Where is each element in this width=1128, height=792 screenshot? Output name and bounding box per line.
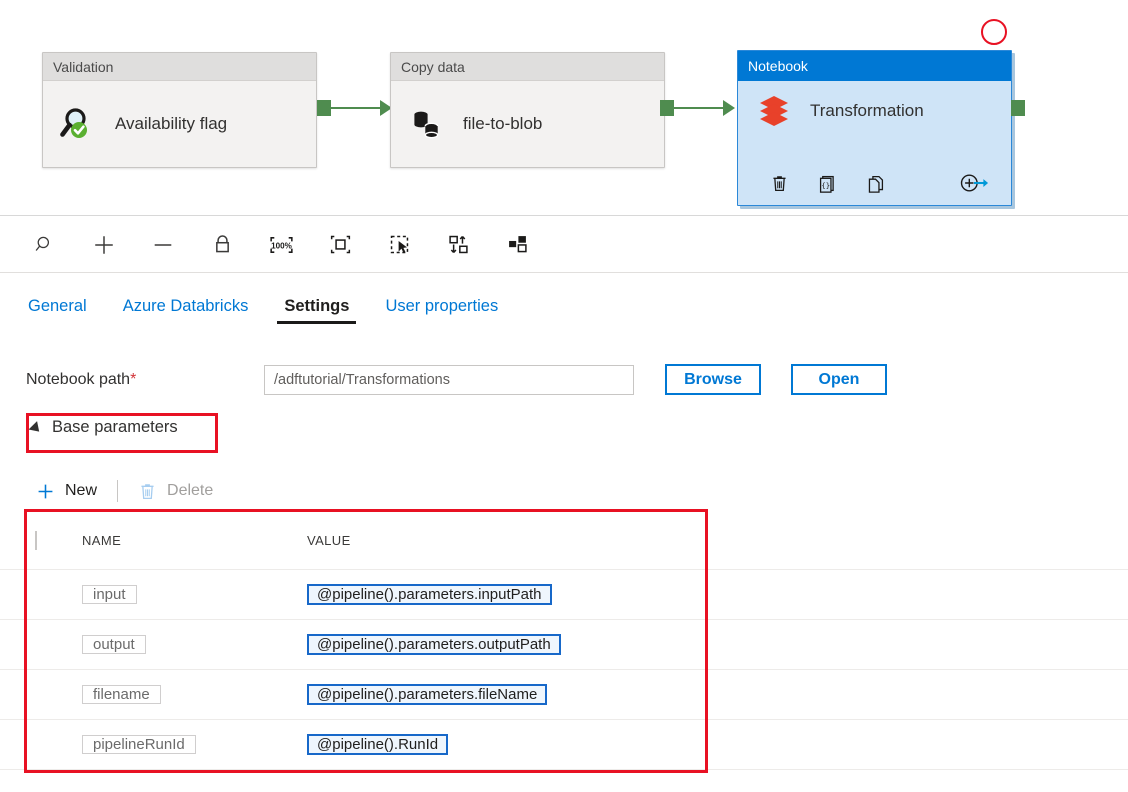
canvas-zoom-toolbar: 100% [0,217,1128,273]
column-header-name: NAME [82,533,122,548]
connector-port [317,100,331,116]
new-parameter-label: New [65,482,98,499]
tab-settings[interactable]: Settings [277,283,357,328]
notebook-output-port[interactable] [1011,100,1025,116]
select-all-checkbox[interactable] [35,530,37,550]
code-braces-icon[interactable]: {} [812,169,842,197]
notebook-path-input[interactable]: /adftutorial/Transformations [264,364,634,395]
parameter-name-cell: output [82,629,307,661]
parameter-name-cell: filename [82,679,307,711]
base-parameters-label: Base parameters [52,418,178,436]
connector-line [674,107,723,109]
required-marker: * [130,370,137,388]
marquee-cursor-icon[interactable] [378,225,420,265]
trash-icon[interactable] [764,169,794,197]
activity-name: Transformation [810,101,924,120]
parameter-name-input[interactable]: output [82,634,146,654]
activity-type-label: Notebook [738,51,1011,81]
fit-to-screen-icon[interactable] [319,225,361,265]
databricks-stack-icon [754,91,794,131]
add-arrow-icon[interactable] [959,169,989,197]
table-row[interactable]: pipelineRunId @pipeline().RunId [0,720,1128,770]
parameter-name-cell: pipelineRunId [82,729,307,761]
tab-user-properties[interactable]: User properties [383,283,500,328]
activity-name: file-to-blob [463,113,543,133]
parameter-name-input[interactable]: input [82,584,137,604]
table-row[interactable]: filename @pipeline().parameters.fileName [0,670,1128,720]
magnifier-check-icon [59,104,99,144]
arrange-squares-icon[interactable] [496,225,538,265]
column-header-value: VALUE [307,533,351,548]
new-parameter-button[interactable]: New [28,474,105,508]
connector-port [660,100,674,116]
notebook-path-label: Notebook path* [26,371,264,389]
activity-type-label: Validation [43,53,316,81]
parameter-name-input[interactable]: pipelineRunId [82,734,196,754]
plus-icon[interactable] [83,225,125,265]
base-parameters-table: NAME VALUE input @pipeline().parameters.… [0,512,1128,770]
trash-icon [141,483,154,499]
base-parameters-section-toggle[interactable]: Base parameters [28,418,178,437]
notebook-path-row: Notebook path* /adftutorial/Transformati… [26,364,887,395]
parameter-value-cell: @pipeline().parameters.fileName [307,680,1128,710]
parameter-name-cell: input [82,579,307,611]
connector-line [331,107,380,109]
duplicate-pages-icon[interactable] [860,169,890,197]
svg-text:{}: {} [821,180,830,189]
chevron-down-icon [28,420,44,436]
svg-text:100%: 100% [271,241,292,250]
parameter-value-input[interactable]: @pipeline().parameters.inputPath [307,583,552,605]
plus-icon [38,484,53,498]
connector-validation-to-copy [317,100,392,116]
tab-azure-databricks[interactable]: Azure Databricks [121,283,251,328]
pipeline-canvas[interactable]: Validation Availability flag Copy data f… [0,0,1128,216]
parameter-value-input[interactable]: @pipeline().parameters.outputPath [307,633,561,655]
table-header-row: NAME VALUE [0,512,1128,570]
auto-align-icon[interactable] [437,225,479,265]
parameter-value-input[interactable]: @pipeline().parameters.fileName [307,683,548,705]
activity-copy-data[interactable]: Copy data file-to-blob [390,52,665,168]
parameter-value-cell: @pipeline().RunId [307,730,1128,760]
notebook-path-label-text: Notebook path [26,370,131,388]
base-parameters-command-bar: New Delete [28,474,221,508]
zoom-100-percent-icon[interactable]: 100% [260,225,302,265]
property-tabs: General Azure Databricks Settings User p… [0,274,1128,336]
activity-notebook[interactable]: Notebook Transformation {} [737,50,1012,206]
parameter-name-input[interactable]: filename [82,684,161,704]
activity-name: Availability flag [115,113,228,133]
table-row[interactable]: output @pipeline().parameters.outputPath [0,620,1128,670]
magnifier-icon[interactable] [24,225,66,265]
parameter-value-cell: @pipeline().parameters.inputPath [307,580,1128,610]
browse-button[interactable]: Browse [665,364,761,395]
command-separator [117,480,119,502]
annotation-red-circle [981,19,1007,45]
copy-data-cylinders-icon [407,104,447,144]
delete-parameter-button[interactable]: Delete [130,474,221,508]
connector-copy-to-notebook [660,100,735,116]
connector-arrow [723,100,735,116]
select-all-checkbox-cell [35,530,82,550]
tab-general[interactable]: General [26,283,89,328]
activity-type-label: Copy data [391,53,664,81]
delete-parameter-label: Delete [167,482,214,499]
parameter-value-input[interactable]: @pipeline().RunId [307,733,449,755]
open-button[interactable]: Open [791,364,887,395]
parameter-value-cell: @pipeline().parameters.outputPath [307,630,1128,660]
minus-icon[interactable] [142,225,184,265]
notebook-activity-toolbar: {} [738,169,1011,197]
table-row[interactable]: input @pipeline().parameters.inputPath [0,570,1128,620]
activity-validation[interactable]: Validation Availability flag [42,52,317,168]
lock-icon[interactable] [201,225,243,265]
